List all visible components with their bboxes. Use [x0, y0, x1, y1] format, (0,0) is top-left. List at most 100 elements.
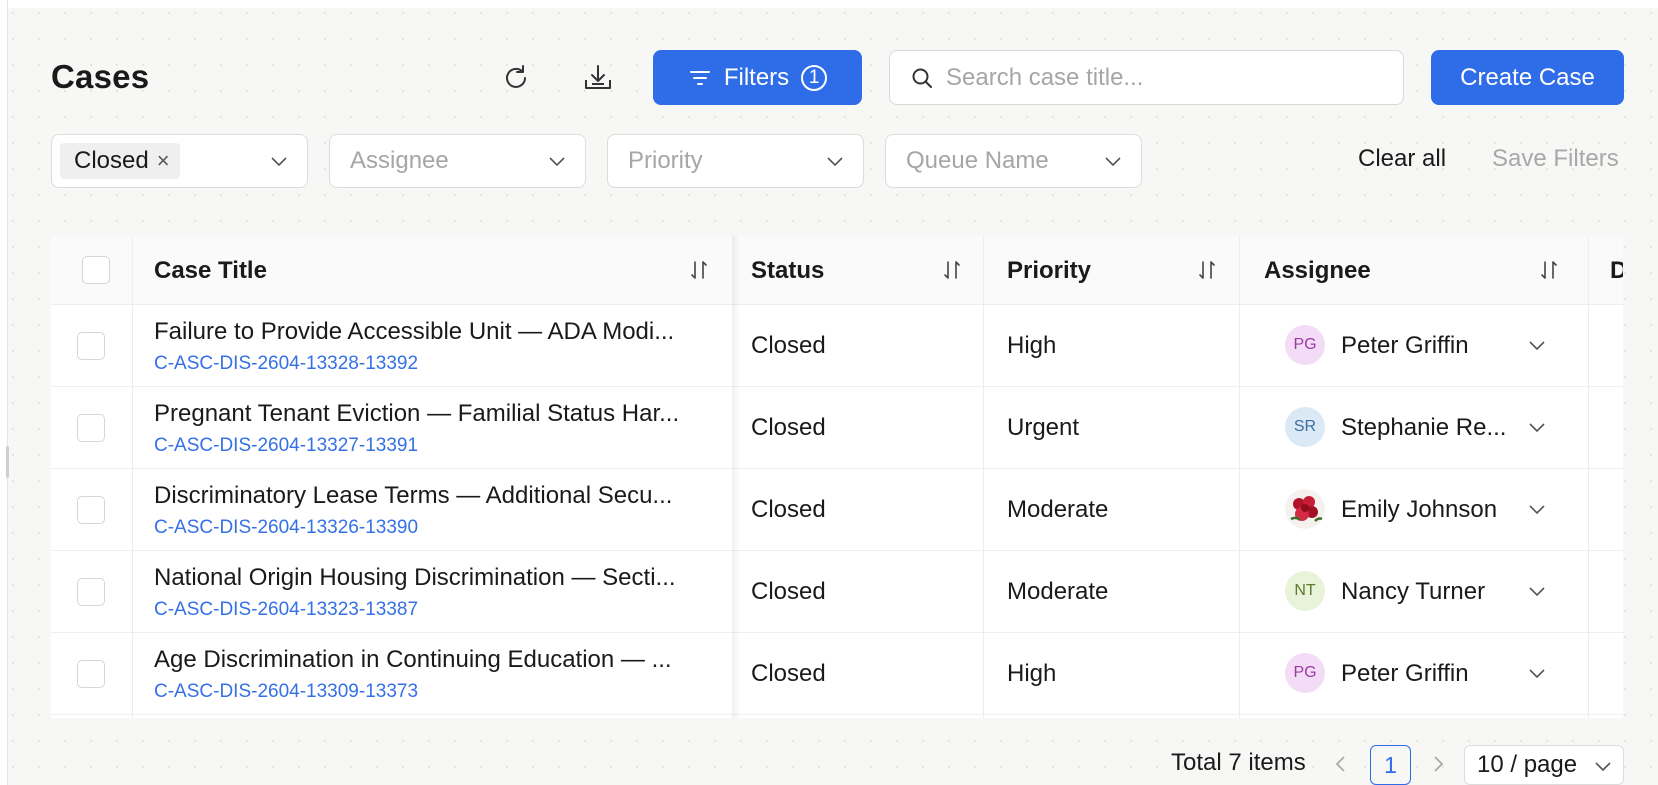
- search-input[interactable]: [946, 63, 1386, 92]
- case-priority: Moderate: [1007, 578, 1109, 605]
- case-title[interactable]: National Origin Housing Discrimination —…: [154, 564, 714, 592]
- assignee-filter-select[interactable]: Assignee: [329, 134, 586, 188]
- column-header-assignee[interactable]: Assignee: [1264, 236, 1371, 305]
- sort-icon[interactable]: [1537, 258, 1561, 282]
- case-id-link[interactable]: C-ASC-DIS-2604-13328-13392: [154, 353, 418, 375]
- select-all-checkbox[interactable]: [82, 256, 110, 284]
- page-size-value: 10 / page: [1477, 751, 1578, 778]
- priority-filter-placeholder: Priority: [628, 147, 703, 174]
- status-filter-tag-label: Closed: [74, 147, 149, 174]
- filters-count-badge: 1: [801, 64, 828, 91]
- case-priority: High: [1007, 660, 1057, 687]
- case-id-link[interactable]: C-ASC-DIS-2604-13309-13373: [154, 681, 418, 703]
- chevron-down-icon[interactable]: [1527, 417, 1547, 437]
- case-id-link[interactable]: C-ASC-DIS-2604-13327-13391: [154, 435, 418, 457]
- chevron-down-icon: [1595, 762, 1611, 772]
- chevron-left-icon[interactable]: [1330, 753, 1352, 775]
- column-divider: [132, 469, 133, 551]
- clear-all-button[interactable]: Clear all: [1358, 145, 1446, 173]
- avatar: SR: [1285, 407, 1325, 447]
- column-divider: [1239, 387, 1240, 469]
- column-divider: [132, 633, 133, 718]
- case-title[interactable]: Pregnant Tenant Eviction — Familial Stat…: [154, 400, 714, 428]
- column-divider: [983, 633, 984, 718]
- column-divider: [1588, 633, 1589, 718]
- left-rail: [0, 0, 8, 785]
- chevron-down-icon[interactable]: [1527, 581, 1547, 601]
- refresh-button[interactable]: [494, 56, 538, 100]
- page-button-current[interactable]: 1: [1370, 745, 1411, 785]
- chevron-down-icon: [549, 157, 565, 167]
- priority-filter-select[interactable]: Priority: [607, 134, 864, 188]
- row-checkbox[interactable]: [77, 414, 105, 442]
- create-case-button[interactable]: Create Case: [1431, 50, 1624, 105]
- column-divider: [1588, 469, 1589, 551]
- case-status: Closed: [751, 332, 826, 359]
- case-priority: Moderate: [1007, 496, 1109, 523]
- assignee-name: Peter Griffin: [1341, 332, 1469, 359]
- table-row[interactable]: Failure to Provide Accessible Unit — ADA…: [51, 305, 1623, 387]
- filters-label: Filters: [723, 63, 790, 91]
- search-box[interactable]: [889, 50, 1404, 105]
- row-checkbox[interactable]: [77, 496, 105, 524]
- column-divider: [983, 387, 984, 469]
- row-checkbox[interactable]: [77, 660, 105, 688]
- table-header: Case Title Status Priority Assignee D: [51, 236, 1623, 305]
- case-title[interactable]: Age Discrimination in Continuing Educati…: [154, 646, 714, 674]
- avatar: NT: [1285, 571, 1325, 611]
- chevron-down-icon[interactable]: [1527, 663, 1547, 683]
- column-divider: [132, 236, 133, 305]
- column-divider: [1239, 236, 1240, 305]
- table-row[interactable]: Age Discrimination in Continuing Educati…: [51, 633, 1623, 718]
- table-row[interactable]: Discriminatory Lease Terms — Additional …: [51, 469, 1623, 551]
- case-status: Closed: [751, 414, 826, 441]
- table-row[interactable]: National Origin Housing Discrimination —…: [51, 551, 1623, 633]
- queue-filter-select[interactable]: Queue Name: [885, 134, 1142, 188]
- filters-button[interactable]: Filters 1: [653, 50, 862, 105]
- chevron-down-icon[interactable]: [1527, 499, 1547, 519]
- status-filter-select[interactable]: Closed ×: [51, 134, 308, 188]
- cases-table: Case Title Status Priority Assignee D Fa…: [51, 236, 1623, 718]
- row-checkbox[interactable]: [77, 578, 105, 606]
- column-divider: [983, 305, 984, 387]
- chevron-down-icon[interactable]: [1527, 335, 1547, 355]
- avatar: PG: [1285, 325, 1325, 365]
- row-checkbox[interactable]: [77, 332, 105, 360]
- column-divider: [1588, 551, 1589, 633]
- remove-tag-icon[interactable]: ×: [157, 148, 170, 174]
- case-id-link[interactable]: C-ASC-DIS-2604-13326-13390: [154, 517, 418, 539]
- page-size-select[interactable]: 10 / page: [1464, 745, 1624, 785]
- total-items-label: Total 7 items: [1171, 749, 1306, 776]
- resize-handle[interactable]: [6, 446, 9, 478]
- column-divider: [1588, 387, 1589, 469]
- assignee-name: Nancy Turner: [1341, 578, 1486, 605]
- column-divider: [1239, 469, 1240, 551]
- case-id-link[interactable]: C-ASC-DIS-2604-13323-13387: [154, 599, 418, 621]
- chevron-right-icon[interactable]: [1427, 753, 1449, 775]
- sort-icon[interactable]: [687, 258, 711, 282]
- column-header-status[interactable]: Status: [751, 236, 824, 305]
- table-row[interactable]: Pregnant Tenant Eviction — Familial Stat…: [51, 387, 1623, 469]
- column-divider: [983, 469, 984, 551]
- save-filters-button[interactable]: Save Filters: [1492, 145, 1619, 173]
- column-header-priority[interactable]: Priority: [1007, 236, 1091, 305]
- column-divider: [132, 551, 133, 633]
- filter-icon: [689, 70, 710, 85]
- avatar-photo: [1285, 489, 1325, 529]
- column-header-truncated[interactable]: D: [1610, 236, 1623, 305]
- download-button[interactable]: [576, 56, 620, 100]
- sort-icon[interactable]: [940, 258, 964, 282]
- sort-icon[interactable]: [1195, 258, 1219, 282]
- avatar: PG: [1285, 653, 1325, 693]
- assignee-name: Peter Griffin: [1341, 660, 1469, 687]
- column-divider: [132, 305, 133, 387]
- case-status: Closed: [751, 496, 826, 523]
- column-header-case-title[interactable]: Case Title: [154, 236, 267, 305]
- column-divider: [1588, 305, 1589, 387]
- assignee-name: Stephanie Re...: [1341, 414, 1507, 441]
- refresh-icon: [506, 65, 526, 88]
- case-status: Closed: [751, 578, 826, 605]
- case-title[interactable]: Failure to Provide Accessible Unit — ADA…: [154, 318, 714, 346]
- case-title[interactable]: Discriminatory Lease Terms — Additional …: [154, 482, 714, 510]
- column-divider: [1239, 551, 1240, 633]
